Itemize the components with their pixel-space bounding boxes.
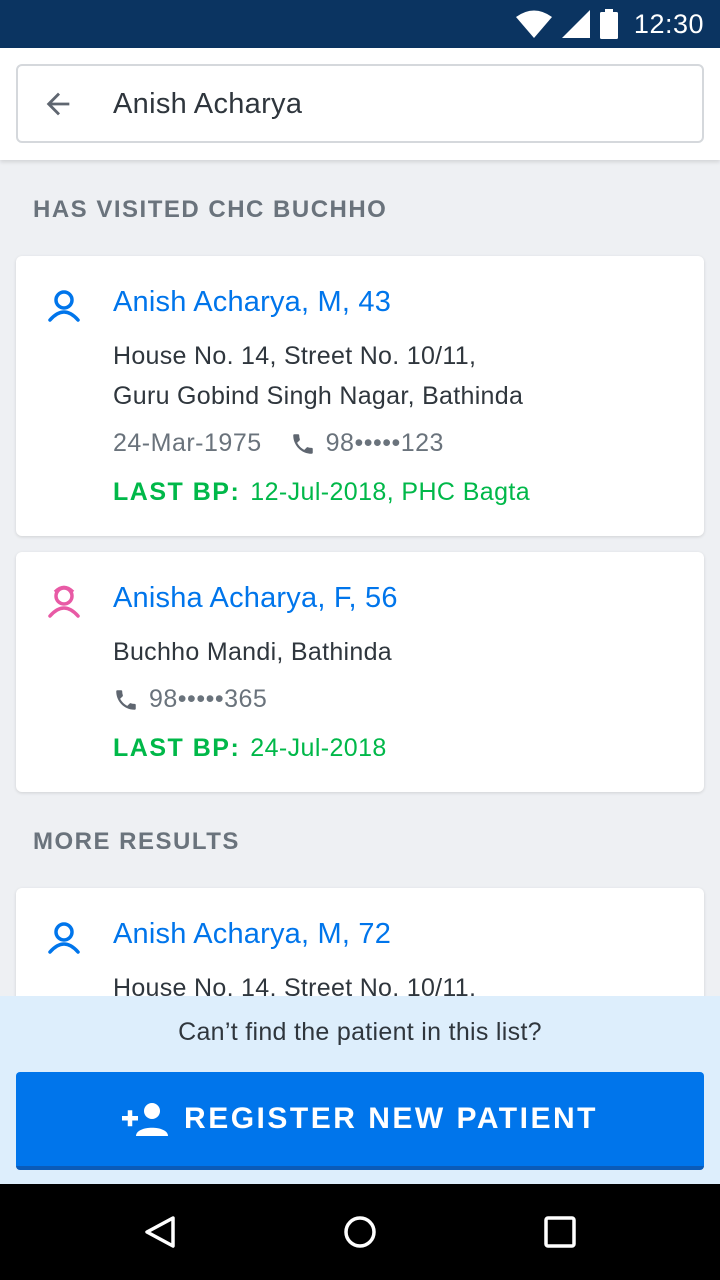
- not-found-prompt: Can’t find the patient in this list?: [178, 1018, 542, 1046]
- patient-phone: 98•••••123: [325, 429, 444, 457]
- home-circle-icon: [344, 1216, 376, 1248]
- patient-name: Anish Acharya, M, 72: [113, 918, 392, 950]
- signal-icon: [561, 10, 590, 38]
- patient-address-line: Guru Gobind Singh Nagar, Bathinda: [113, 382, 524, 410]
- status-bar: 12:30: [0, 0, 720, 48]
- last-bp-value: 12-Jul-2018, PHC Bagta: [250, 478, 531, 506]
- recents-square-icon: [544, 1216, 576, 1248]
- status-icons: 12:30: [515, 0, 704, 48]
- register-new-patient-button[interactable]: REGISTER NEW PATIENT: [16, 1072, 704, 1170]
- patient-name: Anisha Acharya, F, 56: [113, 582, 398, 614]
- patient-phone: 98•••••365: [149, 685, 268, 713]
- status-time: 12:30: [633, 8, 704, 39]
- patient-dob: 24-Mar-1975: [113, 429, 262, 457]
- nav-home-button[interactable]: [336, 1208, 384, 1256]
- patient-male-icon: [48, 922, 80, 954]
- arrow-back-icon: [46, 92, 70, 116]
- add-person-icon: [122, 1103, 169, 1136]
- phone-icon: [116, 689, 136, 710]
- patient-male-icon: [48, 290, 80, 322]
- last-bp-label: LAST BP:: [113, 734, 241, 762]
- back-button[interactable]: [38, 84, 78, 124]
- system-nav-bar: [0, 1184, 720, 1280]
- search-input[interactable]: [113, 78, 673, 130]
- search-header: [0, 48, 720, 160]
- patient-address-line: Buchho Mandi, Bathinda: [113, 638, 393, 666]
- register-footer: Can’t find the patient in this list? REG…: [0, 996, 720, 1184]
- patient-meta: 98•••••365: [113, 685, 267, 714]
- last-bp-label: LAST BP:: [113, 478, 241, 506]
- wifi-icon: [515, 10, 552, 38]
- search-box: [16, 64, 704, 143]
- phone-icon: [292, 433, 313, 454]
- patient-card[interactable]: Anisha Acharya, F, 56 Buchho Mandi, Bath…: [16, 552, 704, 792]
- register-button-label: REGISTER NEW PATIENT: [184, 1102, 598, 1135]
- nav-recents-button[interactable]: [536, 1208, 584, 1256]
- section-title-more-results: MORE RESULTS: [33, 828, 240, 855]
- last-bp: LAST BP: 24-Jul-2018: [113, 734, 387, 763]
- patient-name: Anish Acharya, M, 43: [113, 286, 392, 318]
- battery-icon: [599, 9, 618, 39]
- patient-card[interactable]: Anish Acharya, M, 72 House No. 14, Stree…: [16, 888, 704, 996]
- nav-back-button[interactable]: [136, 1208, 184, 1256]
- last-bp: LAST BP: 12-Jul-2018, PHC Bagta: [113, 478, 530, 507]
- patient-address-line: House No. 14, Street No. 10/11,: [113, 342, 477, 370]
- patient-female-icon: [48, 585, 80, 618]
- back-triangle-icon: [145, 1216, 175, 1248]
- search-results[interactable]: HAS VISITED CHC BUCHHO Anish Acharya, M,…: [0, 160, 720, 996]
- last-bp-value: 24-Jul-2018: [250, 734, 387, 762]
- patient-card[interactable]: Anish Acharya, M, 43 House No. 14, Stree…: [16, 256, 704, 536]
- section-title-visited: HAS VISITED CHC BUCHHO: [33, 196, 388, 223]
- patient-meta: 24-Mar-1975 98•••••123: [113, 429, 444, 458]
- patient-address-line: House No. 14, Street No. 10/11,: [113, 974, 477, 996]
